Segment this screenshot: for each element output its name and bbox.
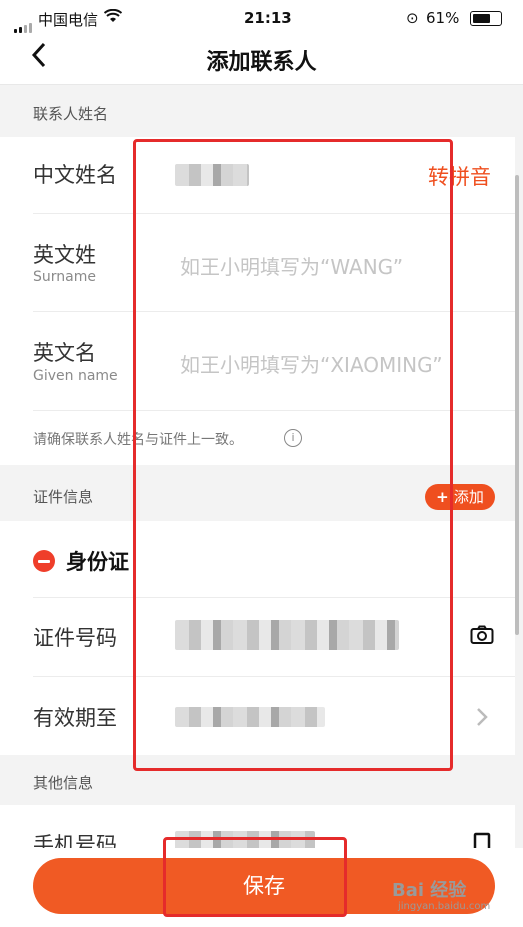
- chinese-name-label: 中文姓名: [33, 163, 117, 187]
- id-number-label: 证件号码: [33, 626, 117, 650]
- contacts-book-icon[interactable]: [472, 832, 492, 848]
- phone-label: 手机号码: [33, 833, 117, 848]
- section-title: 其他信息: [33, 774, 94, 792]
- page-title: 添加联系人: [206, 50, 317, 75]
- status-bar: 中国电信 21:13 ⊙ 61%: [0, 0, 523, 36]
- section-title: 联系人姓名: [33, 105, 109, 123]
- surname-label: 英文姓: [33, 243, 96, 267]
- camera-icon[interactable]: [470, 625, 494, 649]
- orientation-lock-icon: ⊙: [406, 9, 419, 27]
- remove-document-icon[interactable]: [33, 550, 55, 572]
- nav-header: 添加联系人: [0, 36, 523, 85]
- scrollbar[interactable]: [515, 175, 519, 635]
- given-name-sublabel: Given name: [33, 368, 118, 384]
- expiry-label: 有效期至: [33, 706, 117, 730]
- clock: 21:13: [244, 9, 292, 27]
- surname-sublabel: Surname: [33, 269, 96, 285]
- signal-icon: [14, 14, 34, 33]
- battery-icon: [470, 11, 502, 26]
- given-name-label: 英文名: [33, 341, 96, 365]
- chevron-right-icon[interactable]: [476, 707, 488, 731]
- section-title: 证件信息: [33, 488, 94, 506]
- wifi-icon: [103, 8, 123, 27]
- add-label: 添加: [453, 488, 484, 506]
- document-type: 身份证: [66, 550, 129, 574]
- annotation-highlight-box: [133, 139, 453, 771]
- battery-percent: 61%: [426, 9, 460, 27]
- baidu-watermark-logo: Bai 经验: [392, 880, 467, 901]
- carrier-label: 中国电信: [38, 11, 99, 29]
- annotation-highlight-box: [163, 837, 347, 917]
- watermark-url: jingyan.baidu.com: [398, 901, 491, 912]
- section-header-name: 联系人姓名: [0, 85, 523, 137]
